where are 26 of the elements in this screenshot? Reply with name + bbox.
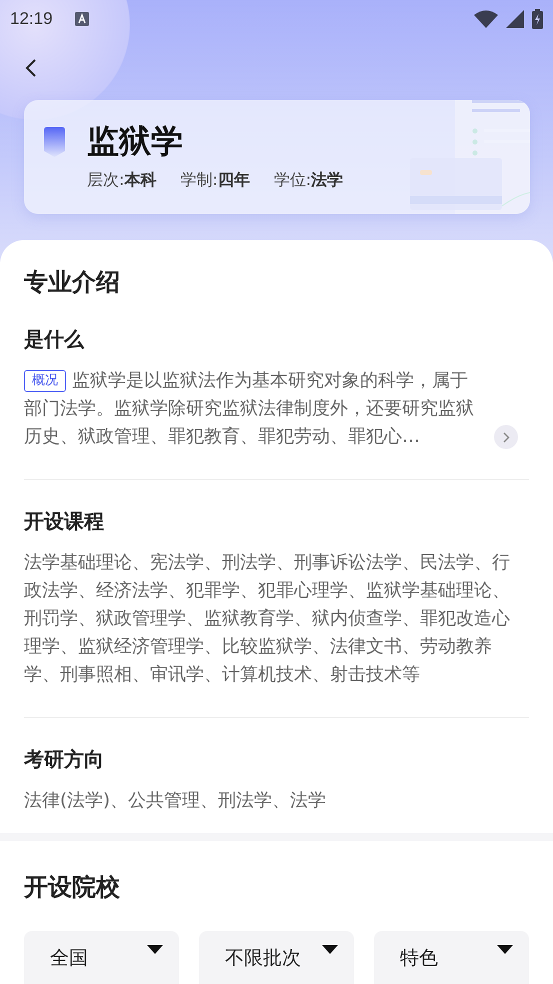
postgrad-text: 法律(法学)、公共管理、刑法学、法学: [24, 789, 328, 813]
major-fact: 层次:本科: [87, 170, 156, 191]
expand-button[interactable]: [494, 425, 518, 449]
keyboard-icon: [74, 12, 89, 26]
shield-icon: [44, 127, 65, 157]
intro-text: 概况 监狱学是以监狱法作为基本研究对象的科学，属于部门法学。监狱学除研究监狱法律制度外，还要研究监狱历史、狱政管理、罪犯教育、罪犯劳动、罪犯心…: [24, 369, 475, 449]
section-title: 专业介绍: [24, 267, 121, 298]
status-time: 12:19: [10, 9, 53, 29]
section-title: 开设院校: [24, 872, 121, 903]
major-fact: 学位:法学: [274, 170, 344, 191]
signal-icon: [506, 10, 524, 28]
filter-dropdown[interactable]: 不限批次: [199, 931, 354, 984]
caret-icon: [322, 945, 338, 955]
battery-icon: [532, 9, 543, 29]
filter-dropdown[interactable]: 全国: [24, 931, 179, 984]
subsection-title: 开设课程: [24, 508, 105, 535]
wifi-icon: [474, 10, 498, 28]
chevron-right-icon: [502, 432, 510, 442]
caret-icon: [147, 945, 163, 955]
subsection-title: 考研方向: [24, 746, 105, 773]
caret-icon: [497, 945, 513, 955]
major-title: 监狱学: [87, 121, 183, 162]
major-fact: 学制:四年: [180, 170, 250, 191]
courses-text: 法学基础理论、宪法学、刑法学、刑事诉讼法学、民法学、行政法学、经济法学、犯罪学、犯罪心理学、监狱学基础理论、刑罚学、狱政管理学、监狱教育学、狱内侦查学、罪犯改造心理学、监狱经济管理学、比较监狱学、法律文书、劳动教养学、刑事照相、审讯学、计算机技术、射击技术等: [24, 551, 511, 687]
subsection-title: 是什么: [24, 326, 86, 353]
filter-dropdown[interactable]: 特色: [374, 931, 529, 984]
